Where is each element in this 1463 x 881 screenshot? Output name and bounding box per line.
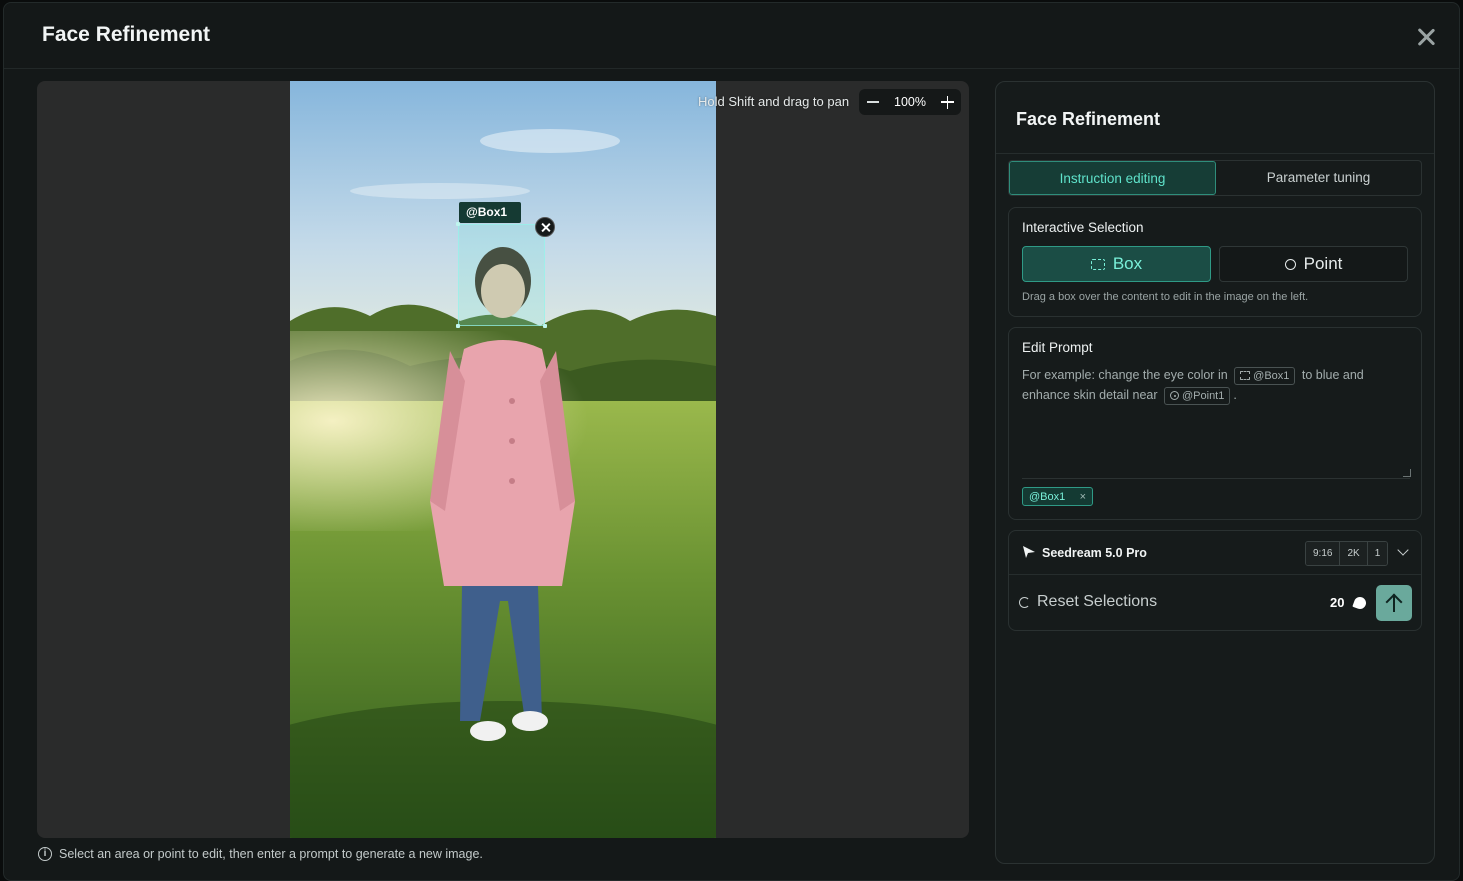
side-panel: Face Refinement Instruction editing Para… xyxy=(995,81,1435,864)
prompt-placeholder-end: . xyxy=(1233,388,1237,402)
divider xyxy=(996,153,1434,154)
reset-icon xyxy=(1019,596,1030,608)
prompt-point-chip-label: @Point1 xyxy=(1182,389,1225,402)
prompt-placeholder-part1: For example: change the eye color in xyxy=(1022,368,1228,382)
interactive-selection-label: Interactive Selection xyxy=(1022,220,1144,235)
point-icon xyxy=(1284,258,1296,270)
model-selector[interactable]: Seedream 5.0 Pro 9:16 2K 1 xyxy=(1009,531,1421,575)
divider xyxy=(1022,478,1410,479)
arrow-up-icon[interactable] xyxy=(1376,585,1412,621)
resize-handle[interactable] xyxy=(456,324,460,328)
prompt-box-chip-label: @Box1 xyxy=(1253,369,1290,382)
point-mode-label: Point xyxy=(1303,254,1343,273)
credit-icon xyxy=(1352,595,1368,611)
footer-hint: i Select an area or point to edit, then … xyxy=(38,847,483,861)
info-icon: i xyxy=(38,847,52,861)
point-icon xyxy=(1170,391,1179,401)
box-icon xyxy=(1090,258,1105,270)
pan-hint: Hold Shift and drag to pan xyxy=(698,94,850,109)
prompt-input[interactable]: For example: change the eye color in @Bo… xyxy=(1022,365,1410,405)
edit-prompt-label: Edit Prompt xyxy=(1022,340,1093,355)
interactive-selection-card: Interactive Selection Box Point Drag a b… xyxy=(1008,207,1422,317)
image-canvas[interactable]: Hold Shift and drag to pan 100% @Box1 xyxy=(37,81,969,838)
prompt-point-chip: @Point1 xyxy=(1164,386,1231,405)
remove-selection-icon[interactable] xyxy=(535,217,555,237)
footer-hint-text: Select an area or point to edit, then en… xyxy=(59,847,483,861)
tab-parameter-tuning[interactable]: Parameter tuning xyxy=(1216,161,1421,195)
selection-tag: @Box1 xyxy=(459,202,521,223)
selection-box[interactable] xyxy=(456,222,547,328)
mode-tabs: Instruction editing Parameter tuning xyxy=(1008,160,1422,196)
edit-prompt-card: Edit Prompt For example: change the eye … xyxy=(1008,327,1422,520)
generation-card: Seedream 5.0 Pro 9:16 2K 1 Reset Selecti… xyxy=(1008,530,1422,631)
panel-title: Face Refinement xyxy=(1016,109,1161,129)
resize-handle[interactable] xyxy=(543,324,547,328)
reset-selections-button[interactable]: Reset Selections xyxy=(1019,593,1157,611)
modal-header: Face Refinement xyxy=(4,3,1459,69)
zoom-control: 100% xyxy=(859,89,961,115)
close-icon[interactable] xyxy=(1412,23,1440,51)
prompt-box-chip: @Box1 xyxy=(1234,366,1296,385)
remove-chip-icon[interactable]: × xyxy=(1080,491,1086,503)
model-name: Seedream 5.0 Pro xyxy=(1042,546,1147,560)
zoom-level: 100% xyxy=(894,95,926,109)
model-icon xyxy=(1023,546,1035,558)
resize-handle[interactable] xyxy=(456,222,460,226)
source-image[interactable] xyxy=(290,81,716,838)
selection-hint: Drag a box over the content to edit in t… xyxy=(1022,291,1309,303)
box-icon xyxy=(1240,371,1251,381)
credit-count: 20 xyxy=(1330,595,1345,610)
resolution: 2K xyxy=(1340,542,1368,565)
aspect-ratio: 9:16 xyxy=(1306,542,1341,565)
plus-icon[interactable] xyxy=(933,89,961,115)
photo-illustration xyxy=(290,81,716,838)
minus-icon[interactable] xyxy=(859,89,887,115)
tab-instruction-editing[interactable]: Instruction editing xyxy=(1009,161,1216,195)
chevron-down-icon[interactable] xyxy=(1397,544,1409,556)
selection-chip: @Box1 × xyxy=(1022,487,1093,506)
model-params: 9:16 2K 1 xyxy=(1305,541,1389,566)
box-mode-button[interactable]: Box xyxy=(1022,246,1211,282)
modal-title: Face Refinement xyxy=(42,23,211,46)
selection-chip-label: @Box1 xyxy=(1029,490,1066,503)
textarea-resize-handle[interactable] xyxy=(1403,469,1411,477)
box-mode-label: Box xyxy=(1112,254,1143,273)
image-count: 1 xyxy=(1367,542,1388,565)
reset-label: Reset Selections xyxy=(1037,593,1158,610)
point-mode-button[interactable]: Point xyxy=(1219,246,1408,282)
